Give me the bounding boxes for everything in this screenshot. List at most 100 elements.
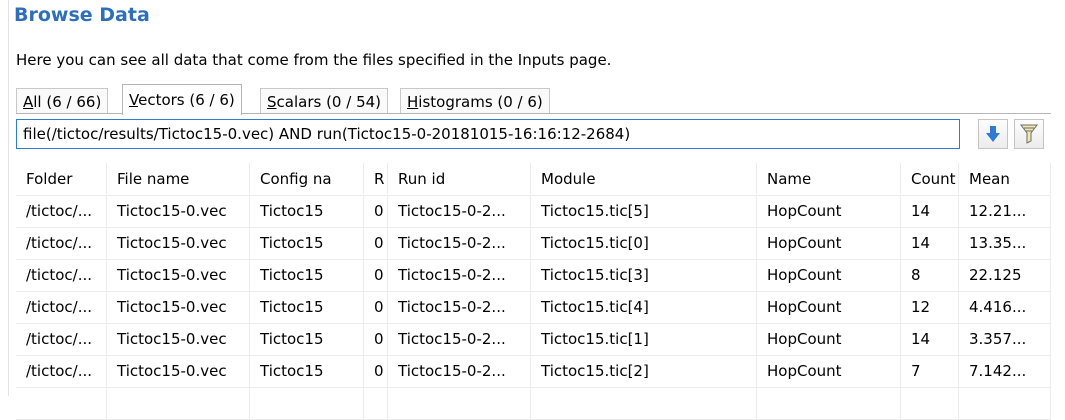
cell-count: 14 [901,228,959,259]
cell-config-name: Tictoc15 [250,228,364,259]
cell-config-name: Tictoc15 [250,292,364,323]
cell-file-name: Tictoc15-0.vec [107,356,250,387]
cell-name: HopCount [757,324,901,355]
cell-mean: 13.35... [959,228,1051,259]
cell-module: Tictoc15.tic[5] [531,196,757,227]
column-header-folder[interactable]: Folder [16,163,107,194]
cell-run-number: 0 [364,228,388,259]
cell-run-id: Tictoc15-0-2... [388,228,531,259]
cell-mean: 12.21... [959,196,1051,227]
column-header-run-id[interactable]: Run id [388,163,531,194]
cell-folder: /tictoc/... [16,356,107,387]
column-header-name[interactable]: Name [757,163,901,194]
cell-config-name: Tictoc15 [250,324,364,355]
cell-run-number: 0 [364,260,388,291]
cell-mean: 4.416... [959,292,1051,323]
tab-vectors[interactable]: Vectors (6 / 6) [122,84,242,115]
table-header: Folder File name Config na R Run id Modu… [16,163,1051,196]
cell-module: Tictoc15.tic[1] [531,324,757,355]
filter-button[interactable] [1014,119,1044,149]
cell-mean: 3.357... [959,324,1051,355]
table-row[interactable]: /tictoc/... Tictoc15-0.vec Tictoc15 0 Ti… [16,292,1051,324]
empty-cell [250,388,364,419]
tab-histograms-label: istograms (0 / 6) [418,93,543,111]
column-header-mean[interactable]: Mean [959,163,1051,194]
tab-vectors-mnemonic: V [129,91,139,109]
page-title: Browse Data [14,4,150,26]
cell-module: Tictoc15.tic[4] [531,292,757,323]
column-header-count[interactable]: Count [901,163,959,194]
table-row[interactable]: /tictoc/... Tictoc15-0.vec Tictoc15 0 Ti… [16,228,1051,260]
cell-run-id: Tictoc15-0-2... [388,196,531,227]
download-arrow-icon [986,126,1000,142]
tab-scalars-label: calars (0 / 54) [276,93,382,111]
cell-config-name: Tictoc15 [250,196,364,227]
cell-folder: /tictoc/... [16,324,107,355]
filter-input[interactable] [16,119,960,149]
cell-name: HopCount [757,228,901,259]
filter-funnel-icon [1020,124,1038,144]
cell-count: 14 [901,324,959,355]
cell-run-number: 0 [364,356,388,387]
cell-module: Tictoc15.tic[2] [531,356,757,387]
cell-module: Tictoc15.tic[0] [531,228,757,259]
download-button[interactable] [978,119,1008,149]
tab-all[interactable]: All (6 / 66) [16,88,109,114]
cell-run-id: Tictoc15-0-2... [388,324,531,355]
data-table: Folder File name Config na R Run id Modu… [16,163,1051,420]
cell-module: Tictoc15.tic[3] [531,260,757,291]
empty-cell [901,388,959,419]
left-border [8,0,9,396]
cell-file-name: Tictoc15-0.vec [107,292,250,323]
cell-mean: 22.125 [959,260,1051,291]
cell-count: 12 [901,292,959,323]
cell-run-number: 0 [364,324,388,355]
empty-cell [757,388,901,419]
tab-all-mnemonic: A [23,93,34,111]
cell-folder: /tictoc/... [16,228,107,259]
cell-run-id: Tictoc15-0-2... [388,356,531,387]
tab-histograms-mnemonic: H [407,93,419,111]
cell-file-name: Tictoc15-0.vec [107,324,250,355]
column-header-module[interactable]: Module [531,163,757,194]
empty-cell [16,388,107,419]
cell-count: 8 [901,260,959,291]
cell-config-name: Tictoc15 [250,260,364,291]
tab-scalars[interactable]: Scalars (0 / 54) [260,88,389,114]
empty-cell [531,388,757,419]
empty-cell [364,388,388,419]
empty-cell [107,388,250,419]
column-header-file-name[interactable]: File name [107,163,250,194]
tab-histograms[interactable]: Histograms (0 / 6) [400,88,550,114]
table-row[interactable]: /tictoc/... Tictoc15-0.vec Tictoc15 0 Ti… [16,260,1051,292]
table-row[interactable]: /tictoc/... Tictoc15-0.vec Tictoc15 0 Ti… [16,324,1051,356]
cell-name: HopCount [757,260,901,291]
column-header-run-number[interactable]: R [364,163,388,194]
cell-name: HopCount [757,196,901,227]
cell-run-id: Tictoc15-0-2... [388,292,531,323]
table-row[interactable]: /tictoc/... Tictoc15-0.vec Tictoc15 0 Ti… [16,356,1051,388]
page-description: Here you can see all data that come from… [16,51,612,69]
cell-run-id: Tictoc15-0-2... [388,260,531,291]
cell-count: 7 [901,356,959,387]
empty-cell [388,388,531,419]
cell-file-name: Tictoc15-0.vec [107,196,250,227]
tab-vectors-label: ectors (6 / 6) [138,91,235,109]
cell-file-name: Tictoc15-0.vec [107,260,250,291]
cell-name: HopCount [757,356,901,387]
cell-folder: /tictoc/... [16,260,107,291]
cell-folder: /tictoc/... [16,196,107,227]
tab-scalars-mnemonic: S [267,93,277,111]
empty-cell [959,388,1051,419]
cell-run-number: 0 [364,292,388,323]
cell-name: HopCount [757,292,901,323]
cell-file-name: Tictoc15-0.vec [107,228,250,259]
cell-run-number: 0 [364,196,388,227]
cell-count: 14 [901,196,959,227]
table-row[interactable]: /tictoc/... Tictoc15-0.vec Tictoc15 0 Ti… [16,196,1051,228]
table-row-empty [16,388,1051,420]
column-header-config-name[interactable]: Config na [250,163,364,194]
tab-all-label: ll (6 / 66) [33,93,102,111]
cell-config-name: Tictoc15 [250,356,364,387]
cell-mean: 7.142... [959,356,1051,387]
